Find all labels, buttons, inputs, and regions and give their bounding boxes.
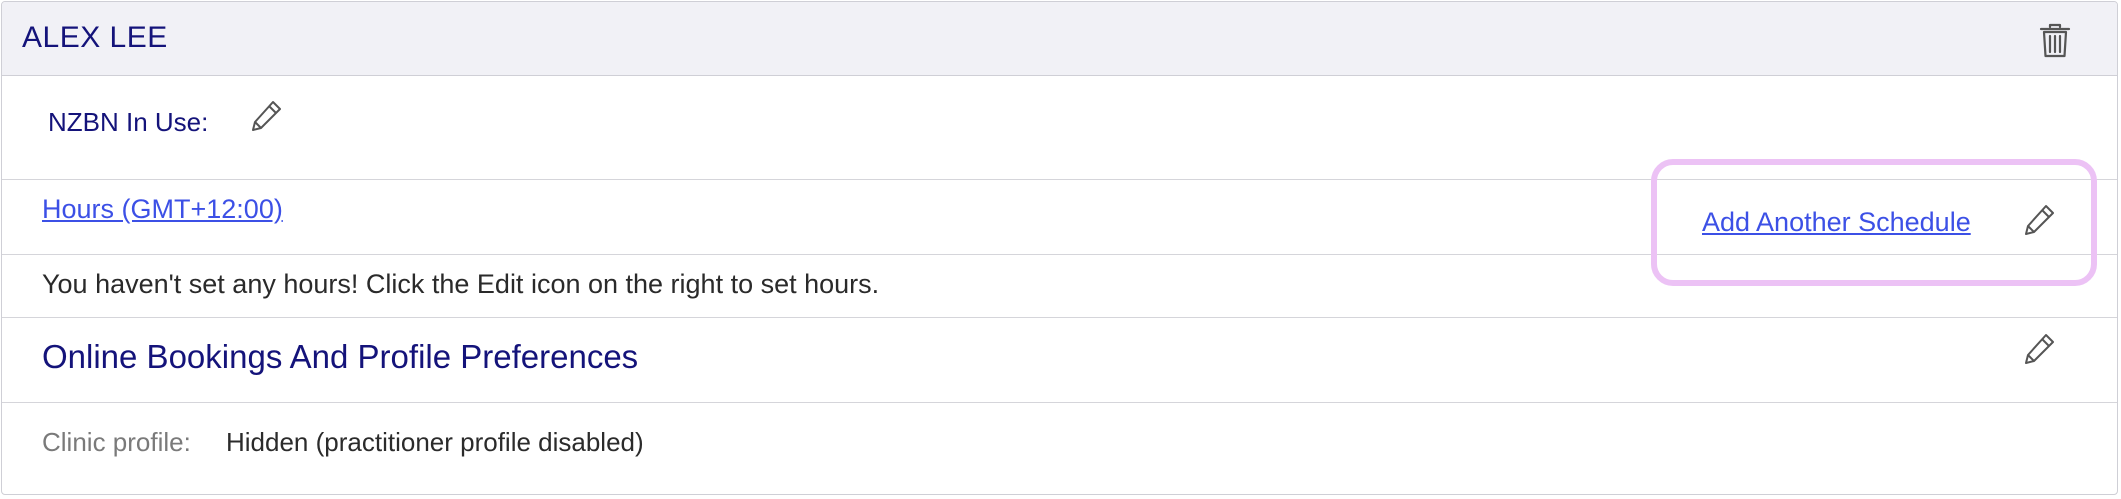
trash-icon[interactable] (2038, 23, 2072, 59)
online-bookings-row: Online Bookings And Profile Preferences (2, 318, 2117, 403)
pencil-icon[interactable] (249, 99, 283, 133)
practitioner-card: ALEX LEE NZBN In Use: Hours (GMT+12:00) … (1, 1, 2118, 495)
add-another-schedule-link[interactable]: Add Another Schedule (1702, 207, 1971, 238)
no-hours-message: You haven't set any hours! Click the Edi… (42, 269, 880, 299)
practitioner-name: ALEX LEE (22, 21, 168, 54)
clinic-profile-value: Hidden (practitioner profile disabled) (226, 427, 644, 457)
pencil-icon[interactable] (2022, 332, 2056, 366)
clinic-profile-label: Clinic profile: (42, 427, 191, 457)
clinic-profile-row: Clinic profile: Hidden (practitioner pro… (2, 403, 2117, 494)
pencil-icon[interactable] (2022, 203, 2056, 237)
online-bookings-title: Online Bookings And Profile Preferences (42, 338, 639, 375)
nzbn-label: NZBN In Use: (48, 107, 209, 137)
card-header: ALEX LEE (2, 2, 2117, 76)
hours-link[interactable]: Hours (GMT+12:00) (42, 194, 283, 225)
